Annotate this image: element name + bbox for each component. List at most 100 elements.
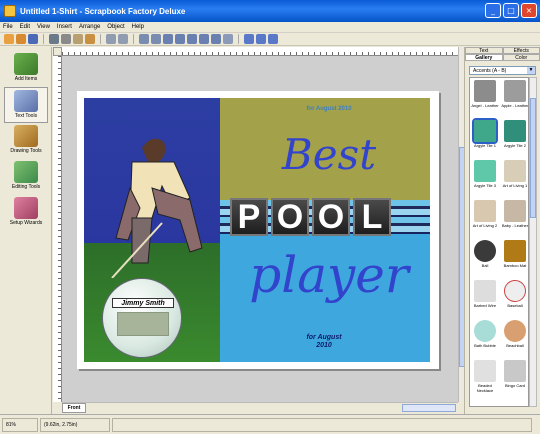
pool-tiles[interactable]: P O O L (230, 198, 391, 236)
tool-label: Setup Wizards (9, 220, 43, 226)
minimize-button[interactable]: _ (485, 3, 501, 18)
redo-icon[interactable] (118, 34, 128, 44)
flip-horizontal-icon[interactable] (139, 34, 149, 44)
setup-wizards-icon (14, 197, 38, 219)
toolbar-separator (43, 34, 44, 44)
gallery-thumbnail (474, 240, 496, 262)
gallery-thumbnail (472, 118, 498, 144)
best-text[interactable]: Best (264, 132, 394, 178)
pool-letter-l: L (353, 198, 391, 236)
menu-insert[interactable]: Insert (57, 22, 72, 32)
gallery-item[interactable]: Apple - Leather (501, 80, 529, 108)
zoom-fit-icon[interactable] (268, 34, 278, 44)
gallery-panel: Text Effects Gallery Color Accents (A - … (464, 47, 540, 414)
cut-icon[interactable] (61, 34, 71, 44)
gallery-thumbnail (474, 160, 496, 182)
paste-icon[interactable] (85, 34, 95, 44)
toolbar-separator (238, 34, 239, 44)
gallery-item-label: Bingo Card (504, 383, 525, 388)
gallery-thumbnail (474, 200, 496, 222)
tab-color[interactable]: Color (502, 54, 540, 61)
gallery-item[interactable]: Art of Living 2 (471, 200, 499, 228)
for-august-text: for August (306, 334, 342, 341)
category-dropdown[interactable]: Accents (A - B) ▼ (469, 66, 536, 75)
save-icon[interactable] (28, 34, 38, 44)
tools-panel: Add Items Text Tools Drawing Tools Editi… (0, 47, 52, 414)
undo-icon[interactable] (106, 34, 116, 44)
zoom-in-icon[interactable] (244, 34, 254, 44)
page-tab-front[interactable]: Front (62, 403, 86, 413)
gallery-scrollbar[interactable] (529, 77, 537, 407)
chevron-down-icon[interactable]: ▼ (527, 67, 535, 74)
gallery-item[interactable]: Barbed Wire (471, 280, 499, 308)
new-icon[interactable] (4, 34, 14, 44)
zoom-out-icon[interactable] (256, 34, 266, 44)
gallery-item[interactable]: Ball (471, 240, 499, 268)
tab-text[interactable]: Text (465, 47, 503, 54)
date-text[interactable]: for August 2010 (284, 334, 364, 350)
gallery-item[interactable]: Baby - Leather (501, 200, 528, 228)
gallery-item-label: Bath Bubble (474, 343, 496, 348)
vertical-ruler (53, 56, 62, 402)
gallery-item-label: Apple - Leather (501, 103, 529, 108)
gallery-item-label: Argyle Tile 1 (473, 143, 496, 148)
print-icon[interactable] (49, 34, 59, 44)
gallery-item[interactable]: Bath Bubble (471, 320, 499, 348)
align-icon[interactable] (211, 34, 221, 44)
name-label[interactable]: Jimmy Smith (112, 298, 174, 308)
text-tools-icon (14, 90, 38, 112)
bring-forward-icon[interactable] (163, 34, 173, 44)
dropdown-value: Accents (A - B) (473, 68, 507, 74)
menu-edit[interactable]: Edit (20, 22, 30, 32)
add-items-tool[interactable]: Add Items (4, 51, 48, 87)
copy-icon[interactable] (73, 34, 83, 44)
gallery-item[interactable]: Bingo Card (501, 360, 528, 388)
photo-placeholder[interactable] (117, 312, 169, 336)
player-text[interactable]: player (234, 248, 424, 302)
header-text[interactable]: for August 2010 (264, 106, 394, 113)
tool-label: Text Tools (14, 113, 38, 119)
pool-player-figure[interactable] (102, 128, 212, 278)
menu-object[interactable]: Object (107, 22, 124, 32)
open-icon[interactable] (16, 34, 26, 44)
gallery-item[interactable]: Angel - Leather (471, 80, 499, 108)
scroll-thumb[interactable] (530, 98, 536, 218)
menu-view[interactable]: View (37, 22, 50, 32)
gallery-item[interactable]: Argyle Tile 3 (471, 160, 499, 188)
menu-arrange[interactable]: Arrange (79, 22, 100, 32)
setup-wizards-tool[interactable]: Setup Wizards (4, 195, 48, 231)
rotate-icon[interactable] (223, 34, 233, 44)
horizontal-ruler (62, 47, 458, 56)
flip-vertical-icon[interactable] (151, 34, 161, 44)
text-tools-tool[interactable]: Text Tools (4, 87, 48, 123)
gallery-item[interactable]: Beaded Necklace (471, 360, 499, 393)
tool-label: Drawing Tools (10, 148, 42, 154)
editing-tools-tool[interactable]: Editing Tools (4, 159, 48, 195)
gallery-item[interactable]: Baseball (501, 280, 528, 308)
tool-label: Editing Tools (11, 184, 41, 190)
tab-effects[interactable]: Effects (502, 47, 540, 54)
year-text: 2010 (316, 342, 332, 349)
menu-file[interactable]: File (3, 22, 13, 32)
tab-gallery[interactable]: Gallery (465, 54, 503, 61)
ungroup-icon[interactable] (199, 34, 209, 44)
gallery-item[interactable]: Argyle Tile 1 (471, 118, 499, 148)
horizontal-scrollbar[interactable]: Front (62, 402, 458, 413)
group-icon[interactable] (187, 34, 197, 44)
close-button[interactable]: × (521, 3, 537, 18)
drawing-tools-tool[interactable]: Drawing Tools (4, 123, 48, 159)
gallery-grid: Angel - Leather Apple - Leather Argyle T… (469, 77, 529, 407)
toolbar-separator (100, 34, 101, 44)
maximize-button[interactable]: □ (503, 3, 519, 18)
design-artwork[interactable]: Jimmy Smith for August 2010 Best P O O L… (84, 98, 430, 362)
gallery-item[interactable]: Art of Living 1 (501, 160, 528, 188)
title-bar: Untitled 1-Shirt - Scrapbook Factory Del… (0, 0, 540, 22)
send-backward-icon[interactable] (175, 34, 185, 44)
scroll-thumb[interactable] (402, 404, 456, 412)
menu-help[interactable]: Help (132, 22, 144, 32)
gallery-item[interactable]: Beachball (501, 320, 528, 348)
gallery-item[interactable]: Argyle Tile 2 (501, 120, 528, 148)
gallery-thumbnail (474, 320, 496, 342)
gallery-item[interactable]: Bamboo Mat (501, 240, 528, 268)
pool-letter-o: O (271, 198, 309, 236)
